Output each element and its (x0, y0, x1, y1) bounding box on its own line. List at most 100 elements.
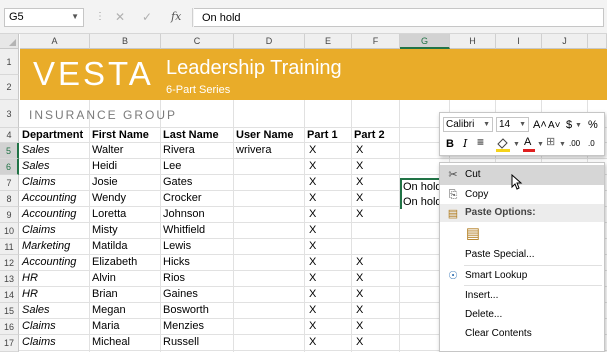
table-cell[interactable]: X (352, 159, 399, 174)
table-cell[interactable]: X (305, 255, 351, 270)
table-cell[interactable]: Elizabeth (90, 255, 160, 270)
chevron-down-icon[interactable]: ▼ (537, 138, 544, 152)
table-cell[interactable]: Russell (161, 335, 233, 350)
font-name-box[interactable]: Calibri ▼ (443, 117, 493, 132)
column-header-g[interactable]: G (400, 34, 450, 49)
chevron-down-icon[interactable]: ▼ (575, 119, 582, 133)
header-cell[interactable]: User Name (234, 128, 304, 143)
table-cell[interactable]: X (305, 287, 351, 302)
cancel-icon[interactable]: ✕ (115, 10, 125, 24)
table-cell[interactable]: Marketing (20, 239, 89, 254)
table-cell[interactable]: Loretta (90, 207, 160, 222)
shrink-font-icon[interactable]: A˅ (548, 119, 561, 133)
row-header-8[interactable]: 8 (0, 191, 19, 207)
menu-item-smart-lookup[interactable]: ☉ Smart Lookup (440, 266, 604, 286)
table-cell[interactable]: Maria (90, 319, 160, 334)
cell-g5[interactable]: On hold (402, 180, 442, 194)
table-cell[interactable]: Bosworth (161, 303, 233, 318)
table-cell[interactable] (234, 175, 304, 190)
borders-icon[interactable]: ⊞ (546, 135, 555, 149)
row-header-13[interactable]: 13 (0, 271, 19, 287)
table-cell[interactable]: Crocker (161, 191, 233, 206)
table-cell[interactable]: Alvin (90, 271, 160, 286)
header-cell[interactable]: Part 1 (305, 128, 351, 143)
table-cell[interactable]: X (305, 143, 351, 158)
name-box[interactable]: G5 ▼ (4, 8, 84, 27)
column-header-d[interactable]: D (234, 34, 305, 49)
table-cell[interactable]: wrivera (234, 143, 304, 158)
table-cell[interactable]: X (352, 191, 399, 206)
table-cell[interactable]: X (305, 175, 351, 190)
table-cell[interactable]: X (352, 335, 399, 350)
table-cell[interactable] (234, 159, 304, 174)
grow-font-icon[interactable]: A˄ (533, 118, 547, 132)
table-cell[interactable]: Brian (90, 287, 160, 302)
row-header-11[interactable]: 11 (0, 239, 19, 255)
decrease-decimal-icon[interactable]: .0 (588, 137, 595, 151)
menu-item-paste-special[interactable]: Paste Special... (440, 245, 604, 265)
table-cell[interactable]: X (305, 335, 351, 350)
table-cell[interactable]: X (352, 175, 399, 190)
table-cell[interactable]: X (352, 271, 399, 286)
table-cell[interactable] (234, 239, 304, 254)
table-cell[interactable]: X (305, 159, 351, 174)
table-cell[interactable]: X (352, 143, 399, 158)
row-header-7[interactable]: 7 (0, 175, 19, 191)
table-cell[interactable]: Josie (90, 175, 160, 190)
column-header-c[interactable]: C (161, 34, 234, 49)
table-cell[interactable]: Matilda (90, 239, 160, 254)
table-cell[interactable] (234, 207, 304, 222)
font-color-icon[interactable]: A (524, 135, 531, 149)
table-cell[interactable]: HR (20, 271, 89, 286)
accounting-format-icon[interactable]: $ (566, 118, 572, 132)
row-header-5[interactable]: 5 (0, 143, 19, 159)
increase-decimal-icon[interactable]: .00 (569, 137, 580, 151)
chevron-down-icon[interactable]: ▼ (559, 138, 566, 152)
table-cell[interactable] (234, 287, 304, 302)
row-header-15[interactable]: 15 (0, 303, 19, 319)
row-header-3[interactable]: 3 (0, 100, 19, 128)
fill-color-icon[interactable] (495, 136, 511, 152)
table-cell[interactable] (352, 223, 399, 238)
cell-g6[interactable]: On hold (402, 195, 442, 209)
select-all-button[interactable] (0, 34, 19, 49)
table-cell[interactable]: Sales (20, 143, 89, 158)
table-cell[interactable]: Claims (20, 175, 89, 190)
table-cell[interactable]: Rios (161, 271, 233, 286)
table-cell[interactable]: X (305, 191, 351, 206)
table-cell[interactable]: Menzies (161, 319, 233, 334)
table-cell[interactable]: X (305, 239, 351, 254)
table-cell[interactable]: Wendy (90, 191, 160, 206)
table-cell[interactable] (234, 223, 304, 238)
bold-icon[interactable]: B (446, 137, 454, 151)
table-cell[interactable]: Johnson (161, 207, 233, 222)
table-cell[interactable]: Lee (161, 159, 233, 174)
table-cell[interactable]: X (352, 287, 399, 302)
menu-item-paste[interactable]: ▤ (440, 223, 604, 247)
table-cell[interactable]: X (352, 319, 399, 334)
column-header-f[interactable]: F (352, 34, 400, 49)
row-header-2[interactable]: 2 (0, 75, 19, 100)
table-cell[interactable] (234, 255, 304, 270)
row-header-9[interactable]: 9 (0, 207, 19, 223)
table-cell[interactable]: Accounting (20, 191, 89, 206)
table-cell[interactable]: Sales (20, 303, 89, 318)
row-header-12[interactable]: 12 (0, 255, 19, 271)
table-cell[interactable]: Megan (90, 303, 160, 318)
table-cell[interactable]: Rivera (161, 143, 233, 158)
table-cell[interactable]: Claims (20, 223, 89, 238)
row-header-14[interactable]: 14 (0, 287, 19, 303)
chevron-down-icon[interactable]: ▼ (513, 138, 520, 152)
table-cell[interactable] (234, 271, 304, 286)
header-cell[interactable]: First Name (90, 128, 160, 143)
enter-check-icon[interactable]: ✓ (142, 10, 152, 24)
row-header-16[interactable]: 16 (0, 319, 19, 335)
row-header-17[interactable]: 17 (0, 335, 19, 352)
column-header-a[interactable]: A (20, 34, 90, 49)
table-cell[interactable] (234, 335, 304, 350)
column-header-h[interactable]: H (450, 34, 496, 49)
align-center-icon[interactable]: ≡ (477, 135, 484, 149)
drag-handle-icon[interactable]: ⋮ (95, 11, 105, 22)
table-cell[interactable]: X (305, 319, 351, 334)
italic-icon[interactable]: I (463, 137, 467, 151)
